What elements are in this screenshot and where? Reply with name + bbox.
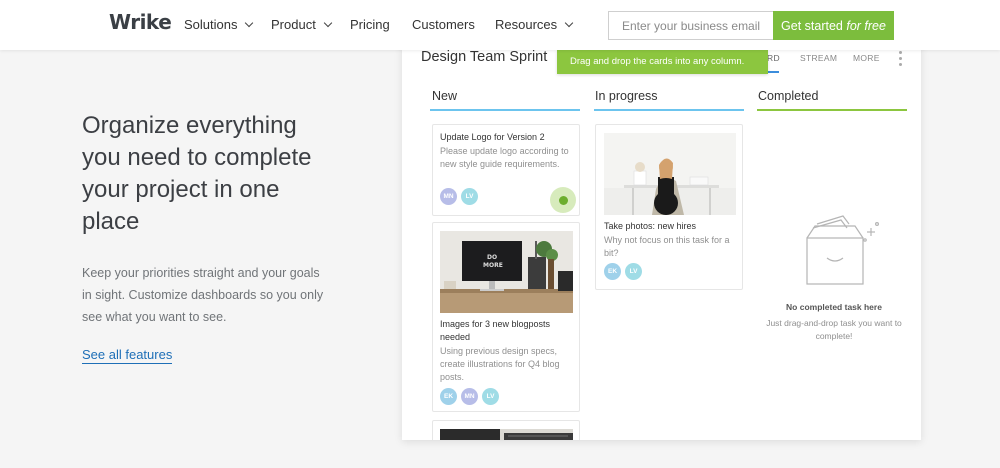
hero-title: Organize everything you need to complete… <box>82 112 312 235</box>
board-preview: Design Team Sprint RD STREAM MORE Drag a… <box>402 42 921 440</box>
empty-state-description: Just drag-and-drop task you want to comp… <box>766 318 902 341</box>
avatar: MN <box>440 188 457 205</box>
column-divider-new <box>430 109 580 111</box>
avatar: MN <box>461 388 478 405</box>
board-title: Design Team Sprint <box>421 49 548 65</box>
task-card-update-logo[interactable]: Update Logo for Version 2 Please update … <box>432 124 580 216</box>
avatar: EK <box>440 388 457 405</box>
avatar: EK <box>604 263 621 280</box>
task-card-partial[interactable] <box>432 420 580 440</box>
chevron-down-icon <box>564 18 574 27</box>
nav-product-label: Product <box>271 17 316 32</box>
task-card-take-photos[interactable]: Take photos: new hires Why not focus on … <box>595 124 743 290</box>
get-started-label: Get started <box>781 18 843 33</box>
drag-handle-icon[interactable] <box>550 187 576 213</box>
active-tab-indicator <box>768 71 779 73</box>
tab-stream[interactable]: STREAM <box>800 53 837 63</box>
business-email-input[interactable] <box>608 11 774 40</box>
nav-solutions[interactable]: Solutions <box>184 17 254 32</box>
card-title: Take photos: new hires <box>604 221 697 231</box>
chevron-down-icon <box>245 18 254 27</box>
avatar: LV <box>482 388 499 405</box>
card-title: Update Logo for Version 2 <box>440 132 545 142</box>
tab-board[interactable]: RD <box>767 53 780 63</box>
card-description: Why not focus on this task for a bit? <box>604 235 730 258</box>
hero-subtitle: Keep your priorities straight and your g… <box>82 266 324 324</box>
laptop-photo-image <box>440 429 573 440</box>
see-all-features-link[interactable]: See all features <box>82 347 173 364</box>
card-title: Images for 3 new blogposts needed <box>440 319 551 342</box>
column-divider-completed <box>757 109 907 111</box>
svg-text:MORE: MORE <box>483 262 503 269</box>
nav-resources[interactable]: Resources <box>495 17 574 32</box>
person-at-desk-image <box>604 133 736 215</box>
desk-photo-image: DO MORE <box>440 231 573 313</box>
avatar: LV <box>461 188 478 205</box>
nav-customers-label: Customers <box>412 17 475 32</box>
empty-state-title: No completed task here <box>786 302 882 312</box>
column-header-in-progress: In progress <box>595 89 658 103</box>
column-divider-in-progress <box>594 109 744 111</box>
nav-solutions-label: Solutions <box>184 17 238 32</box>
tab-more[interactable]: MORE <box>853 53 880 63</box>
nav-resources-label: Resources <box>495 17 558 32</box>
nav-product[interactable]: Product <box>271 17 333 32</box>
nav-pricing-label: Pricing <box>350 17 390 32</box>
column-header-completed: Completed <box>758 89 819 103</box>
svg-text:DO: DO <box>487 254 497 261</box>
nav-customers[interactable]: Customers <box>412 17 475 32</box>
card-description: Please update logo according to new styl… <box>440 146 569 169</box>
card-description: Using previous design specs, create illu… <box>440 346 560 382</box>
column-header-new: New <box>432 89 458 103</box>
task-card-blogpost-images[interactable]: DO MORE Images for 3 new blogposts neede… <box>432 222 580 412</box>
wrike-logo[interactable]: Wrike <box>109 10 172 34</box>
top-nav: Wrike Solutions Product Pricing Customer… <box>0 0 1000 50</box>
get-started-button[interactable]: Get started for free <box>773 11 894 40</box>
drag-hint-tooltip: Drag and drop the cards into any column. <box>557 50 768 74</box>
nav-pricing[interactable]: Pricing <box>350 17 390 32</box>
chevron-down-icon <box>323 18 333 27</box>
more-options-icon[interactable] <box>899 51 903 69</box>
avatar: LV <box>625 263 642 280</box>
empty-inbox-icon <box>803 214 883 293</box>
get-started-emphasis: for free <box>846 18 886 33</box>
